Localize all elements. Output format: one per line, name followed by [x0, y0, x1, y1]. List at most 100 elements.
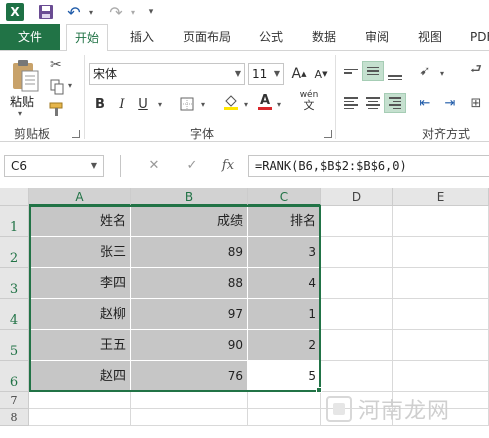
cell-d1[interactable]	[321, 206, 393, 237]
tab-home[interactable]: 开始	[66, 24, 108, 51]
align-left-icon[interactable]	[340, 93, 362, 113]
name-box[interactable]: C6 ▼	[4, 155, 104, 177]
tab-view[interactable]: 视图	[418, 24, 442, 50]
column-header-e[interactable]: E	[393, 188, 489, 206]
orientation-icon[interactable]: ➹	[415, 61, 435, 81]
font-name-select[interactable]: 宋体 ▼	[89, 63, 245, 85]
cancel-icon[interactable]: ✕	[142, 155, 166, 177]
cell-b4[interactable]: 97	[131, 299, 248, 330]
underline-dropdown-icon[interactable]: ▾	[155, 94, 165, 114]
cell-a7[interactable]	[29, 392, 131, 409]
cell-b8[interactable]	[131, 409, 248, 426]
tab-formulas[interactable]: 公式	[259, 24, 283, 50]
cell-c1[interactable]: 排名	[248, 206, 321, 237]
tab-file[interactable]: 文件	[0, 24, 60, 50]
select-all-corner[interactable]	[0, 188, 29, 206]
cell-c2[interactable]: 3	[248, 237, 321, 268]
row-header-5[interactable]: 5	[0, 330, 29, 361]
insert-function-icon[interactable]: fx	[216, 155, 240, 177]
row-header-2[interactable]: 2	[0, 237, 29, 268]
cell-d4[interactable]	[321, 299, 393, 330]
cell-b1[interactable]: 成绩	[131, 206, 248, 237]
redo-dropdown-icon[interactable]: ▾	[128, 3, 138, 21]
format-painter-icon[interactable]	[48, 101, 66, 117]
orientation-dropdown-icon[interactable]: ▾	[437, 63, 447, 83]
bold-button[interactable]: B	[93, 94, 107, 114]
font-size-select[interactable]: 11 ▼	[248, 63, 284, 85]
row-header-6[interactable]: 6	[0, 361, 29, 392]
shrink-font-button[interactable]: A ▼	[313, 64, 329, 84]
copy-icon[interactable]	[50, 79, 64, 95]
copy-dropdown-icon[interactable]: ▾	[68, 81, 72, 90]
cell-d2[interactable]	[321, 237, 393, 268]
italic-button[interactable]: I	[115, 94, 129, 114]
tab-pdf[interactable]: PDF	[470, 24, 489, 50]
fill-color-icon[interactable]	[222, 92, 240, 112]
borders-icon[interactable]	[178, 94, 196, 114]
tab-page-layout[interactable]: 页面布局	[183, 24, 231, 50]
cell-c4[interactable]: 1	[248, 299, 321, 330]
cell-a4[interactable]: 赵柳	[29, 299, 131, 330]
row-header-3[interactable]: 3	[0, 268, 29, 299]
tab-data[interactable]: 数据	[312, 24, 336, 50]
cell-a6[interactable]: 赵四	[29, 361, 131, 392]
paste-icon[interactable]	[10, 59, 40, 93]
cut-icon[interactable]: ✂	[50, 57, 62, 73]
align-right-icon[interactable]	[384, 93, 406, 113]
cell-a1[interactable]: 姓名	[29, 206, 131, 237]
column-header-d[interactable]: D	[321, 188, 393, 206]
column-header-b[interactable]: B	[131, 188, 248, 206]
tab-review[interactable]: 审阅	[365, 24, 389, 50]
column-header-c[interactable]: C	[248, 188, 321, 206]
row-header-1[interactable]: 1	[0, 206, 29, 237]
cell-e6[interactable]	[393, 361, 489, 392]
cell-c5[interactable]: 2	[248, 330, 321, 361]
enter-icon[interactable]: ✓	[180, 155, 204, 177]
chevron-down-icon[interactable]: ▼	[91, 156, 97, 176]
cell-a8[interactable]	[29, 409, 131, 426]
cell-b3[interactable]: 88	[131, 268, 248, 299]
cell-c6[interactable]: 5	[248, 361, 321, 392]
increase-indent-icon[interactable]: ⇥	[440, 93, 460, 113]
align-center-icon[interactable]	[362, 93, 384, 113]
decrease-indent-icon[interactable]: ⇤	[415, 93, 435, 113]
row-header-7[interactable]: 7	[0, 392, 29, 409]
font-color-icon[interactable]: A	[257, 92, 273, 112]
undo-icon[interactable]: ↶	[66, 3, 82, 22]
cell-c3[interactable]: 4	[248, 268, 321, 299]
cell-b5[interactable]: 90	[131, 330, 248, 361]
cell-d6[interactable]	[321, 361, 393, 392]
chevron-down-icon[interactable]: ▼	[235, 64, 241, 84]
borders-dropdown-icon[interactable]: ▾	[198, 94, 208, 114]
formula-input[interactable]: =RANK(B6,$B$2:$B$6,0)	[248, 155, 489, 177]
cell-e2[interactable]	[393, 237, 489, 268]
column-header-a[interactable]: A	[29, 188, 131, 206]
save-icon[interactable]	[38, 3, 54, 21]
cell-b7[interactable]	[131, 392, 248, 409]
customize-toolbar-icon[interactable]: ▾	[146, 3, 156, 21]
cell-e4[interactable]	[393, 299, 489, 330]
cell-e1[interactable]	[393, 206, 489, 237]
redo-icon[interactable]: ↷	[108, 3, 124, 22]
grow-font-button[interactable]: A ▲	[291, 64, 307, 84]
align-middle-icon[interactable]	[362, 61, 384, 81]
cell-e5[interactable]	[393, 330, 489, 361]
clipboard-launcher-icon[interactable]	[72, 130, 80, 138]
font-launcher-icon[interactable]	[324, 130, 332, 138]
chevron-down-icon[interactable]: ▼	[274, 64, 280, 84]
cell-a5[interactable]: 王五	[29, 330, 131, 361]
paste-button-label[interactable]: 粘贴	[10, 93, 34, 110]
row-header-4[interactable]: 4	[0, 299, 29, 330]
cell-a3[interactable]: 李四	[29, 268, 131, 299]
merge-center-icon[interactable]: ⊞	[466, 93, 486, 113]
cell-d5[interactable]	[321, 330, 393, 361]
cell-b6[interactable]: 76	[131, 361, 248, 392]
undo-dropdown-icon[interactable]: ▾	[86, 3, 96, 21]
cell-c8[interactable]	[248, 409, 321, 426]
cell-d3[interactable]	[321, 268, 393, 299]
cell-a2[interactable]: 张三	[29, 237, 131, 268]
cell-b2[interactable]: 89	[131, 237, 248, 268]
row-header-8[interactable]: 8	[0, 409, 29, 426]
fill-color-dropdown-icon[interactable]: ▾	[241, 94, 251, 114]
font-color-dropdown-icon[interactable]: ▾	[274, 94, 284, 114]
